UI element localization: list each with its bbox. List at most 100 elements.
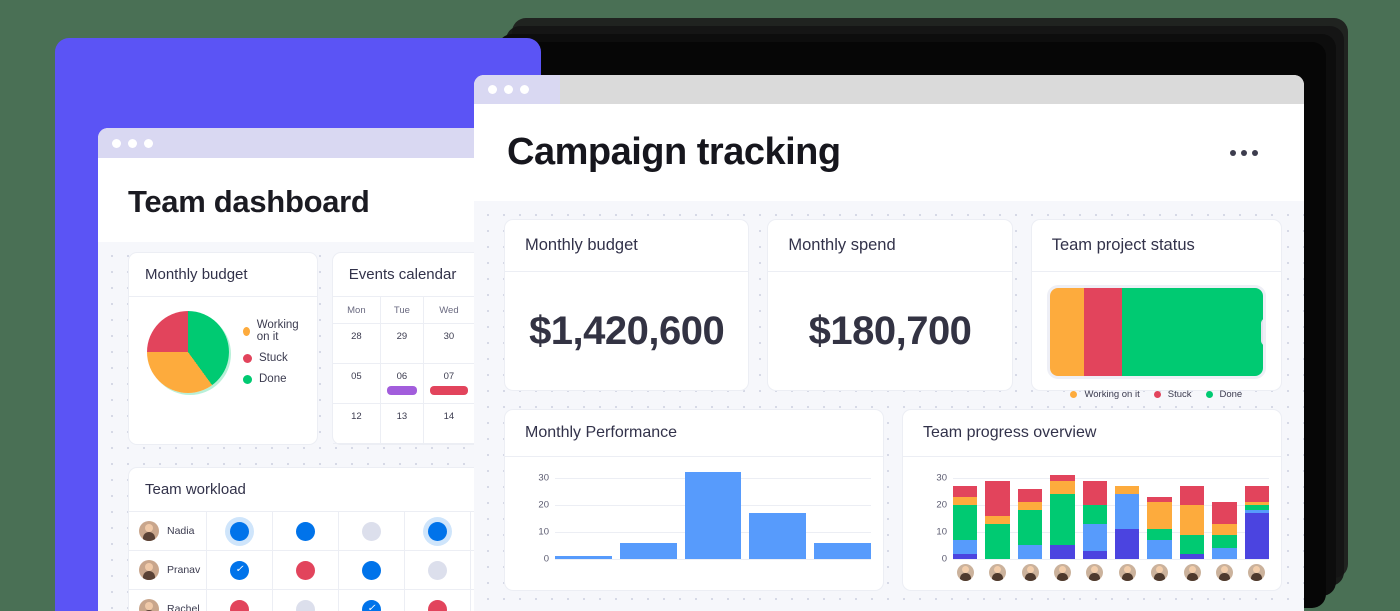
table-row[interactable]: Nadia — [129, 512, 518, 551]
kpi-value: $1,420,600 — [529, 308, 725, 353]
stacked-bar[interactable] — [1244, 485, 1270, 559]
workload-cell[interactable] — [273, 512, 339, 550]
stacked-bar[interactable] — [985, 480, 1010, 559]
stack-segment — [985, 480, 1010, 516]
traffic-light-close-icon[interactable] — [112, 138, 121, 148]
x-tick-avatar[interactable] — [1115, 564, 1139, 581]
x-tick-avatar[interactable] — [985, 564, 1009, 581]
x-tick-avatar[interactable] — [1212, 564, 1236, 581]
stacked-bar[interactable] — [1212, 502, 1237, 559]
x-tick-avatar[interactable] — [1180, 564, 1204, 581]
workload-cell[interactable] — [339, 551, 405, 589]
workload-cell[interactable] — [207, 512, 273, 550]
stack-segment — [1147, 502, 1172, 530]
avatar — [1086, 564, 1104, 581]
legend-dot-stuck-icon — [1153, 391, 1161, 398]
y-tick-label: 0 — [941, 553, 947, 565]
bar[interactable] — [749, 513, 807, 559]
stack-segment — [1082, 504, 1108, 524]
y-tick-label: 30 — [936, 472, 947, 484]
stacked-bar[interactable] — [1017, 488, 1043, 559]
avatar — [989, 564, 1007, 581]
workload-cell[interactable] — [273, 590, 339, 611]
legend-item: Done — [243, 373, 307, 385]
traffic-light-maximize-icon[interactable] — [520, 85, 529, 94]
workload-cell[interactable] — [207, 551, 273, 589]
workload-cell[interactable] — [273, 551, 339, 589]
calendar-day-header: Mon — [332, 297, 381, 324]
project-status-progress-bar — [1049, 288, 1264, 376]
stacked-bar[interactable] — [1179, 485, 1205, 559]
calendar-day-cell[interactable]: 07 — [423, 363, 476, 404]
x-tick-avatar[interactable] — [1147, 564, 1171, 581]
budget-pie-chart — [147, 311, 229, 393]
status-dot-empty-icon — [428, 560, 447, 580]
stacked-bar[interactable] — [1147, 496, 1172, 559]
workload-cell[interactable] — [405, 551, 471, 589]
x-tick-avatar[interactable] — [1083, 564, 1107, 581]
kpi-card-header: Monthly spend — [768, 220, 1012, 272]
x-tick-avatar[interactable] — [1018, 564, 1042, 581]
calendar-day-cell[interactable]: 05 — [332, 363, 381, 404]
bar[interactable] — [619, 542, 677, 559]
progress-bar-handle[interactable] — [1261, 318, 1264, 346]
workload-cell[interactable] — [207, 590, 273, 611]
calendar-day-cell[interactable]: 06 — [380, 363, 424, 404]
stacked-bar[interactable] — [953, 485, 978, 559]
calendar-day-number: 13 — [396, 411, 408, 422]
chart-card-header: Team progress overview — [903, 410, 1281, 457]
traffic-light-minimize-icon[interactable] — [504, 85, 513, 94]
traffic-light-close-icon[interactable] — [488, 85, 497, 94]
progress-segment-stuck — [1083, 288, 1123, 376]
bar[interactable] — [555, 556, 612, 559]
gridline — [555, 559, 871, 560]
status-dot-stuck-icon — [230, 599, 249, 611]
calendar-day-cell[interactable]: 14 — [423, 403, 476, 444]
legend-label: Working on it — [1084, 389, 1140, 400]
x-tick-avatar[interactable] — [1245, 564, 1269, 581]
table-row[interactable]: Pranav — [129, 551, 518, 590]
status-dot-check-icon — [362, 599, 381, 611]
more-options-icon[interactable] — [1230, 149, 1258, 156]
legend-label: Working on it — [256, 319, 299, 343]
calendar-day-cell[interactable]: 30 — [423, 323, 476, 364]
stacked-bar[interactable] — [1115, 485, 1140, 559]
stack-segment — [1017, 545, 1043, 559]
right-window-tab[interactable] — [474, 75, 560, 104]
stacked-bar[interactable] — [1050, 475, 1075, 559]
bar[interactable] — [814, 542, 871, 559]
calendar-event-pill[interactable] — [386, 386, 417, 395]
calendar-day-cell[interactable]: 28 — [332, 323, 381, 364]
calendar-day-cell[interactable]: 12 — [332, 403, 381, 444]
avatar — [1248, 564, 1266, 581]
workload-cell[interactable] — [405, 590, 471, 611]
calendar-day-number: 06 — [396, 371, 408, 382]
bar[interactable] — [684, 472, 742, 559]
calendar-day-cell[interactable]: 13 — [380, 403, 424, 444]
traffic-light-maximize-icon[interactable] — [144, 138, 153, 148]
status-card-body: Working on it Stuck Done — [1032, 272, 1281, 400]
workload-cell[interactable] — [405, 512, 471, 550]
stacked-bar[interactable] — [1082, 480, 1108, 559]
monthly-budget-kpi-card: Monthly budget $1,420,600 — [504, 219, 750, 391]
left-window-body: Monthly budget Working on it Stuck Done … — [98, 242, 518, 611]
right-window-body: Monthly budget $1,420,600 Monthly spend … — [474, 201, 1304, 611]
stack-segment — [953, 540, 978, 554]
traffic-light-minimize-icon[interactable] — [128, 138, 137, 148]
x-tick-avatar[interactable] — [1050, 564, 1074, 581]
calendar-day-header: Tue — [380, 297, 424, 324]
legend-item: Stuck — [1153, 389, 1192, 400]
monthly-budget-card: Monthly budget Working on it Stuck Done — [128, 252, 318, 445]
calendar-day-cell[interactable]: 29 — [380, 323, 424, 364]
workload-member: Pranav — [129, 551, 207, 589]
legend-dot-stuck-icon — [243, 353, 252, 363]
stack-segment — [1082, 550, 1108, 559]
x-tick-avatar[interactable] — [953, 564, 977, 581]
workload-cell[interactable] — [339, 512, 405, 550]
stack-segment — [985, 523, 1010, 559]
avatar — [1215, 564, 1233, 581]
calendar-event-pill[interactable] — [429, 386, 469, 395]
stack-segment — [1179, 534, 1205, 554]
table-row[interactable]: Rachel — [129, 590, 518, 611]
workload-cell[interactable] — [339, 590, 405, 611]
